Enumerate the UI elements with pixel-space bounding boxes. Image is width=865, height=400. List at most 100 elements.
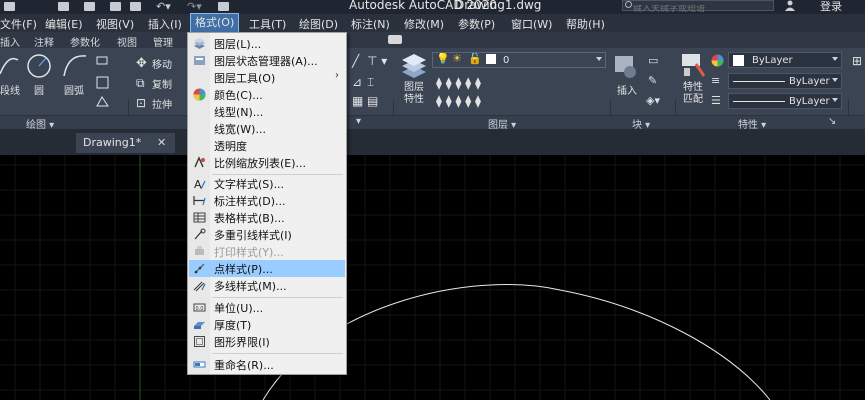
move-icon[interactable]: ✥	[136, 56, 147, 71]
dim-style-icon	[193, 196, 206, 206]
menu-format[interactable]: 格式(O)	[189, 13, 240, 33]
share-icon[interactable]	[218, 1, 229, 11]
tab-insert[interactable]: 插入	[0, 34, 20, 49]
tab-view[interactable]: 视图	[117, 34, 137, 49]
dialog-launcher-icon[interactable]: ↘	[828, 116, 836, 127]
search-box[interactable]	[622, 0, 774, 14]
drawing-canvas[interactable]	[0, 155, 865, 400]
menu-parametric[interactable]: 参数(P)	[458, 16, 495, 32]
menu-item-text-style[interactable]: A 文字样式(S)...	[189, 175, 345, 192]
stretch-label[interactable]: 拉伸	[152, 96, 172, 111]
scale-icon[interactable]: ⊿	[352, 75, 362, 89]
tab-manage[interactable]: 管理	[153, 34, 173, 49]
undo-icon[interactable]: ↶▾	[156, 1, 174, 12]
menu-item-mline-style[interactable]: 多线样式(M)...	[189, 277, 345, 294]
panel-modify-expand[interactable]: ▾	[356, 116, 361, 127]
format-menu-dropdown: 图层(L)... 图层状态管理器(A)... 图层工具(O) › 颜色(C)..…	[187, 32, 347, 375]
copy-icon[interactable]: ⧉	[136, 76, 145, 91]
menu-tools[interactable]: 工具(T)	[249, 16, 286, 32]
tab-parametric[interactable]: 参数化	[70, 34, 100, 49]
point-style-icon	[194, 263, 205, 274]
move-label[interactable]: 移动	[152, 56, 172, 71]
gradient-icon[interactable]	[96, 96, 110, 108]
layer-tool-1-icon[interactable]: ⧫ ⧫ ⧫ ⧫ ⧫	[436, 76, 481, 90]
insert-block-icon[interactable]	[612, 52, 640, 80]
explode-icon[interactable]: ⌶	[367, 75, 374, 90]
menu-item-mleader-style[interactable]: 多重引线样式(I)	[189, 226, 345, 243]
menu-item-lineweight[interactable]: 线宽(W)...	[189, 120, 345, 137]
menu-help[interactable]: 帮助(H)	[566, 16, 605, 32]
copy-label[interactable]: 复制	[152, 76, 172, 91]
circle-icon[interactable]	[26, 52, 52, 80]
plot-icon[interactable]	[130, 1, 141, 11]
menu-item-transparency[interactable]: 透明度	[189, 137, 345, 154]
groups-icon[interactable]: ⊞	[852, 54, 862, 68]
menu-item-label: 比例缩放列表(E)...	[214, 157, 307, 170]
open-icon[interactable]	[84, 1, 95, 11]
arc-label: 圆弧	[64, 86, 84, 97]
menu-insert[interactable]: 插入(I)	[148, 16, 182, 32]
linetype-combo[interactable]: ByLayer	[728, 73, 842, 89]
rectangle-icon[interactable]	[96, 56, 110, 66]
menu-modify[interactable]: 修改(M)	[404, 16, 444, 32]
lineweight-combo[interactable]: ByLayer	[728, 93, 842, 109]
menu-item-linetype[interactable]: 线型(N)...	[189, 103, 345, 120]
menu-item-layer-tools[interactable]: 图层工具(O) ›	[189, 69, 345, 86]
offset-icon[interactable]: ▤	[367, 94, 378, 108]
print-icon[interactable]	[110, 1, 121, 11]
match-properties-icon[interactable]	[680, 52, 706, 80]
menu-item-layer[interactable]: 图层(L)...	[189, 35, 345, 52]
menu-item-label: 厚度(T)	[214, 319, 252, 332]
menu-item-rename[interactable]: 重命名(R)...	[189, 356, 345, 373]
stretch-icon[interactable]: ⊡	[136, 96, 146, 110]
menu-item-point-style[interactable]: 点样式(P)...	[189, 260, 345, 277]
ribbon-toggle-icon[interactable]	[388, 35, 402, 44]
menu-item-table-style[interactable]: 表格样式(B)...	[189, 209, 345, 226]
tab-annotate[interactable]: 注释	[34, 34, 54, 49]
arc-icon[interactable]	[62, 52, 88, 80]
save-icon[interactable]	[4, 1, 15, 11]
close-icon[interactable]: ✕	[157, 136, 166, 149]
menu-item-layer-state-manager[interactable]: 图层状态管理器(A)...	[189, 52, 345, 69]
sign-in-link[interactable]: 登录	[820, 0, 842, 14]
insert-label[interactable]: 插入	[617, 82, 637, 97]
menu-window[interactable]: 窗口(W)	[511, 16, 552, 32]
color-combo-value: ByLayer	[752, 54, 793, 66]
saveas-icon[interactable]	[58, 1, 69, 11]
layer-properties-label[interactable]: 图层 特性	[404, 82, 424, 106]
polyline-icon[interactable]	[0, 52, 20, 80]
menu-item-label: 线宽(W)...	[214, 123, 266, 136]
menu-file[interactable]: 文件(F)	[0, 16, 37, 32]
line-preview	[733, 80, 785, 82]
menu-item-units[interactable]: 0.0 单位(U)...	[189, 299, 345, 316]
array-icon[interactable]: ▦	[352, 94, 363, 108]
layer-combo[interactable]: 0	[432, 52, 606, 68]
block-attr-icon[interactable]: ◈▾	[646, 94, 660, 107]
mirror-icon[interactable]: ╱	[352, 54, 359, 68]
menu-draw[interactable]: 绘图(D)	[299, 16, 338, 32]
menu-item-dim-style[interactable]: 标注样式(D)...	[189, 192, 345, 209]
linetype-icon: ≡	[711, 74, 721, 87]
menu-item-label: 单位(U)...	[214, 302, 264, 315]
create-block-icon[interactable]: ▭	[648, 54, 658, 67]
menu-item-thickness[interactable]: 厚度(T)	[189, 316, 345, 333]
circle-label: 圆	[34, 86, 44, 97]
menu-item-drawing-limits[interactable]: 图形界限(I)	[189, 333, 345, 350]
menu-item-label: 打印样式(Y)...	[214, 246, 284, 259]
layer-tool-2-icon[interactable]: ⧫ ⧫ ⧫ ⧫ ⧫	[436, 94, 481, 108]
menu-dimension[interactable]: 标注(N)	[351, 16, 390, 32]
menu-item-scale-list[interactable]: 比例缩放列表(E)...	[189, 154, 345, 171]
menu-edit[interactable]: 编辑(E)	[45, 16, 83, 32]
menu-view[interactable]: 视图(V)	[96, 16, 134, 32]
menu-item-color[interactable]: 颜色(C)...	[189, 86, 345, 103]
fillet-icon[interactable]: ⊤ ▾	[367, 54, 387, 68]
match-properties-label[interactable]: 特性 匹配	[683, 82, 703, 106]
redo-icon[interactable]: ↷▾	[187, 1, 205, 12]
hatch-icon[interactable]	[96, 76, 110, 90]
linetype-combo-value: ByLayer	[789, 75, 830, 87]
user-icon[interactable]	[784, 0, 796, 11]
search-input[interactable]	[623, 4, 773, 14]
layer-properties-icon[interactable]	[400, 52, 428, 80]
edit-block-icon[interactable]: ✎	[648, 74, 657, 87]
color-combo[interactable]: ByLayer	[728, 52, 842, 68]
